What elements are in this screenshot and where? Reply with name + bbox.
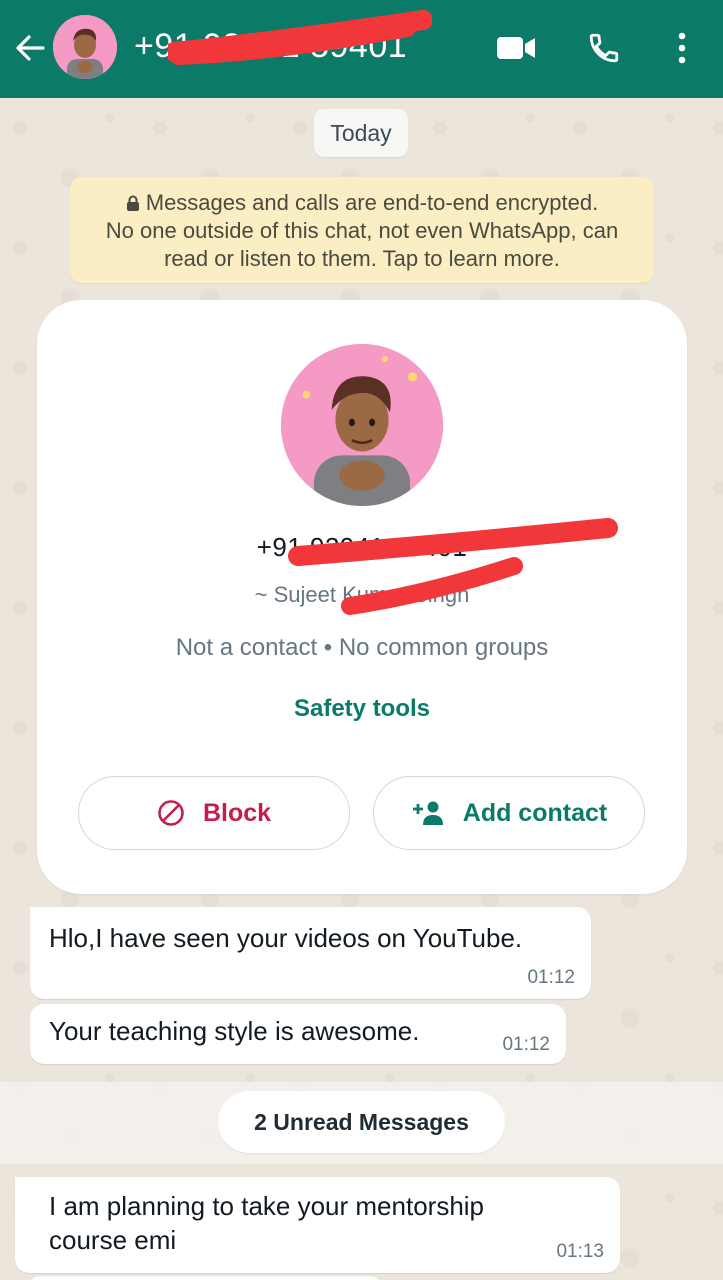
message-text: Hlo,I have seen your videos on YouTube. [49, 923, 523, 953]
message-time: 01:13 [556, 1241, 604, 1262]
encryption-notice[interactable]: Messages and calls are end-to-end encryp… [70, 177, 654, 283]
block-label: Block [202, 798, 272, 827]
encryption-text-3: read or listen to them. Tap to learn mor… [164, 246, 560, 271]
contact-status: Not a contact • No common groups [175, 634, 549, 661]
add-contact-label: Add contact [462, 798, 608, 827]
message-time: 01:12 [502, 1034, 550, 1055]
phone-icon [589, 33, 619, 63]
block-button[interactable]: Block [78, 776, 350, 850]
date-chip: Today [314, 109, 408, 157]
unread-messages-divider: 2 Unread Messages [218, 1091, 505, 1153]
add-contact-button[interactable]: Add contact [373, 776, 645, 850]
avatar-image [53, 15, 117, 79]
message-bubble-partial [30, 1276, 380, 1280]
contact-avatar[interactable] [53, 15, 117, 79]
avatar-image [281, 344, 443, 506]
encryption-text-2: No one outside of this chat, not even Wh… [105, 218, 619, 243]
block-icon [157, 799, 185, 827]
encryption-text-1: Messages and calls are end-to-end encryp… [145, 190, 599, 215]
video-call-button[interactable] [492, 26, 540, 70]
safety-tools-link[interactable]: Safety tools [37, 695, 687, 723]
contact-info-card: +91 93941 59401 ~ Sujeet Kumar Singh Not… [37, 300, 687, 894]
arrow-left-icon [16, 35, 45, 61]
more-options-button[interactable] [664, 26, 700, 70]
more-vertical-icon [678, 32, 686, 64]
message-bubble[interactable]: Hlo,I have seen your videos on YouTube. … [30, 907, 591, 999]
video-call-icon [497, 37, 535, 59]
add-person-icon [411, 800, 445, 826]
lock-icon [126, 195, 139, 211]
chat-header: +91 93941 59401 [0, 0, 723, 98]
message-bubble[interactable]: I am planning to take your mentorship co… [15, 1177, 620, 1273]
encryption-line-1: Messages and calls are end-to-end encryp… [70, 189, 654, 217]
message-text: I am planning to take your mentorship co… [49, 1191, 485, 1255]
redaction-mark [168, 10, 432, 65]
back-button[interactable] [10, 28, 50, 68]
message-time: 01:12 [527, 967, 575, 988]
redaction-mark [288, 518, 618, 615]
message-text: Your teaching style is awesome. [49, 1016, 420, 1046]
voice-call-button[interactable] [582, 26, 626, 70]
profile-avatar[interactable] [281, 344, 443, 506]
message-bubble[interactable]: Your teaching style is awesome. 01:12 [30, 1004, 566, 1064]
